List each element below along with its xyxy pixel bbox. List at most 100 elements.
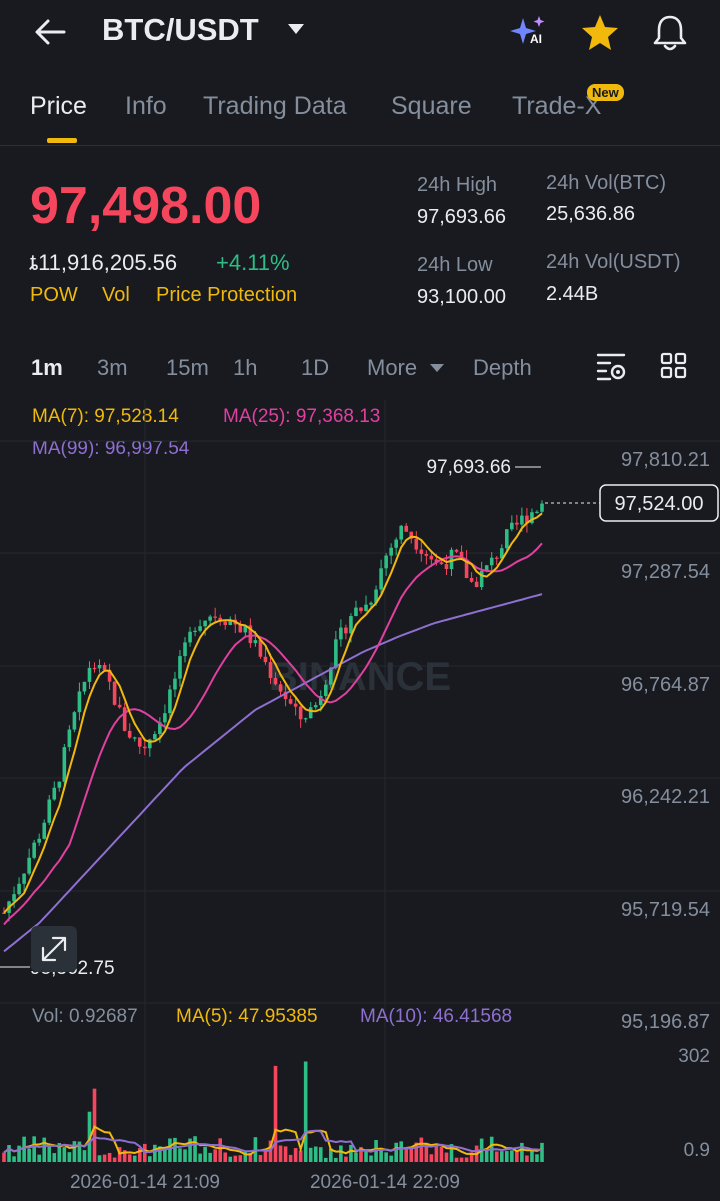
volume-bar (379, 1150, 383, 1162)
volume-bar (540, 1142, 544, 1162)
volume-bar (72, 1141, 77, 1162)
volume-bar (7, 1145, 11, 1162)
candle-body (22, 873, 26, 884)
candle-body (424, 554, 429, 556)
tag-vol[interactable]: Vol (102, 284, 130, 307)
layout-grid-icon[interactable] (660, 352, 688, 380)
favorite-star-icon[interactable] (580, 13, 620, 51)
y-tick-label: 95,196.87 (621, 1011, 710, 1033)
back-arrow-icon[interactable] (30, 14, 70, 50)
y-tick-label: 96,764.87 (621, 674, 710, 696)
volume-bar (213, 1149, 217, 1162)
volume-bar (404, 1148, 409, 1162)
volume-bar (27, 1148, 31, 1162)
volume-bar (67, 1152, 72, 1162)
notification-bell-icon[interactable] (650, 12, 690, 52)
candle-body (117, 704, 122, 708)
timeframe-3m[interactable]: 3m (97, 355, 128, 381)
candle-body (112, 681, 117, 705)
volume-bar (208, 1152, 212, 1162)
fullscreen-button[interactable] (31, 926, 77, 972)
candle-body (163, 713, 167, 723)
timeframe-1d[interactable]: 1D (301, 355, 329, 381)
candle-body (334, 639, 338, 668)
volume-bar (223, 1152, 228, 1162)
ai-label: AI (530, 32, 542, 46)
candle-body (193, 630, 197, 633)
volume-bar (409, 1148, 414, 1162)
volume-bar (263, 1150, 268, 1162)
volume-bar (17, 1145, 21, 1162)
stat-24h-vol-usdt-value: 2.44B (546, 283, 599, 305)
chevron-down-icon[interactable] (430, 364, 444, 372)
candle-body (444, 564, 449, 570)
volume-bar (148, 1156, 152, 1162)
stat-24h-vol-btc-label: 24h Vol(BTC) (546, 172, 667, 194)
candle-body (308, 707, 313, 719)
volume-bar (454, 1157, 459, 1162)
candle-body (429, 555, 434, 560)
volume-bar (218, 1138, 223, 1162)
timeframe-1h[interactable]: 1h (233, 355, 257, 381)
timeframe-1m[interactable]: 1m (31, 355, 63, 381)
volume-bar (339, 1145, 343, 1162)
volume-bar (384, 1152, 388, 1162)
volume-ma10-label: MA(10): 46.41568 (360, 1006, 513, 1027)
candle-body (132, 737, 137, 739)
volume-bar (494, 1151, 499, 1162)
tag-pow[interactable]: POW (30, 284, 78, 307)
ma25-line (3, 542, 543, 926)
volume-bar (464, 1157, 469, 1162)
candle-body (399, 525, 404, 540)
timeframe-more[interactable]: More (367, 355, 417, 381)
volume-bar (203, 1146, 207, 1162)
candle-body (82, 681, 87, 692)
volume-bar (505, 1151, 509, 1162)
volume-bar (439, 1146, 444, 1162)
pair-title[interactable]: BTC/USDT (102, 12, 259, 48)
candle-body (489, 557, 494, 566)
candle-body (208, 616, 212, 621)
volume-bar (32, 1136, 36, 1162)
volume-bar (344, 1156, 348, 1162)
tag-price-protection[interactable]: Price Protection (156, 284, 297, 307)
volume-bar (37, 1154, 41, 1162)
candle-body (87, 667, 92, 682)
candle-body (188, 631, 192, 643)
stat-24h-vol-usdt-label: 24h Vol(USDT) (546, 251, 681, 273)
candle-body (263, 656, 268, 663)
ma99-line (3, 593, 543, 953)
candle-body (505, 529, 509, 549)
volume-bar (499, 1151, 504, 1162)
candle-body (47, 799, 52, 823)
volume-bar (273, 1065, 278, 1162)
volume-bar (535, 1154, 539, 1162)
tab-info[interactable]: Info (125, 92, 167, 121)
candle-body (253, 640, 258, 644)
candle-body (127, 730, 132, 738)
candlestick-chart[interactable]: BINANCE 97,810.2197,287.5496,764.8796,24… (0, 400, 720, 1200)
ai-sparkle-icon[interactable]: AI (508, 14, 550, 50)
volume-bar (238, 1155, 243, 1162)
timeframe-depth[interactable]: Depth (473, 355, 532, 381)
volume-bar (193, 1136, 197, 1162)
volume-bar (132, 1155, 137, 1162)
chevron-down-icon[interactable] (288, 24, 304, 34)
candle-body (203, 620, 207, 627)
volume-bar (258, 1155, 263, 1162)
volume-bar (168, 1138, 172, 1162)
timeframe-15m[interactable]: 15m (166, 355, 209, 381)
tab-square[interactable]: Square (391, 92, 472, 121)
candle-body (32, 842, 36, 858)
volume-bar (153, 1144, 157, 1162)
candles (2, 500, 544, 922)
chart-settings-icon[interactable] (596, 352, 628, 382)
volume-bar (484, 1150, 489, 1162)
candle-body (67, 729, 72, 748)
volume-tick-max: 302 (678, 1046, 710, 1067)
candle-body (268, 662, 273, 678)
tab-price[interactable]: Price (30, 92, 87, 121)
candle-body (37, 838, 41, 843)
x-tick-2: 2026-01-14 22:09 (310, 1172, 460, 1193)
tab-trading-data[interactable]: Trading Data (203, 92, 347, 121)
